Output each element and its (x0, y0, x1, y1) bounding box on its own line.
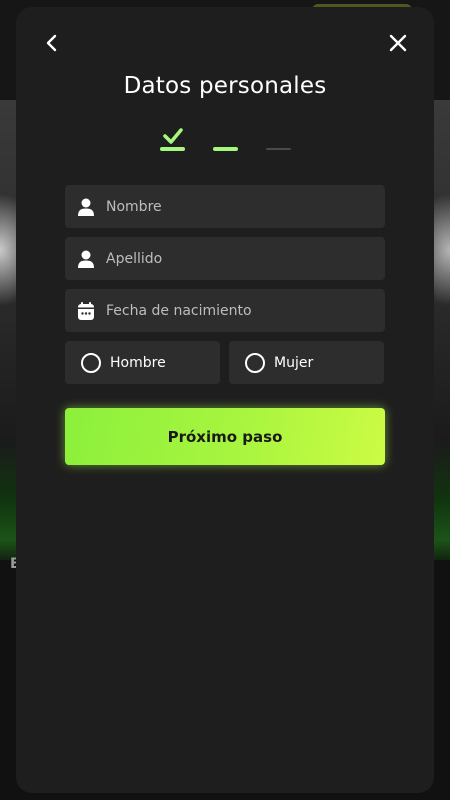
last-name-input[interactable] (106, 237, 385, 280)
next-step-button[interactable]: Próximo paso (65, 408, 385, 465)
step-indicator (16, 125, 434, 155)
chevron-left-icon (46, 34, 57, 52)
back-button[interactable] (38, 29, 66, 57)
gender-option-label: Hombre (110, 354, 166, 371)
radio-circle[interactable] (245, 352, 265, 373)
step-3-bar (266, 148, 291, 150)
gender-option-female[interactable]: Mujer (229, 341, 384, 384)
user-icon (77, 197, 95, 217)
calendar-icon (77, 301, 95, 321)
radio-circle[interactable] (81, 352, 101, 373)
checkmark-icon (163, 128, 183, 144)
page-title: Datos personales (123, 73, 327, 99)
last-name-field[interactable] (65, 237, 385, 280)
step-1-bar (160, 147, 185, 151)
gender-option-male[interactable]: Hombre (65, 341, 220, 384)
birth-date-input[interactable] (106, 289, 385, 332)
birth-date-field[interactable] (65, 289, 385, 332)
personal-data-modal: Datos personales Nombre Apellido Fecha d… (16, 7, 434, 793)
close-button[interactable] (384, 29, 412, 57)
first-name-field[interactable] (65, 185, 385, 228)
gender-option-label: Mujer (274, 354, 314, 371)
first-name-input[interactable] (106, 185, 385, 228)
close-icon (389, 34, 407, 52)
user-icon (77, 249, 95, 269)
step-2-bar (213, 147, 238, 151)
